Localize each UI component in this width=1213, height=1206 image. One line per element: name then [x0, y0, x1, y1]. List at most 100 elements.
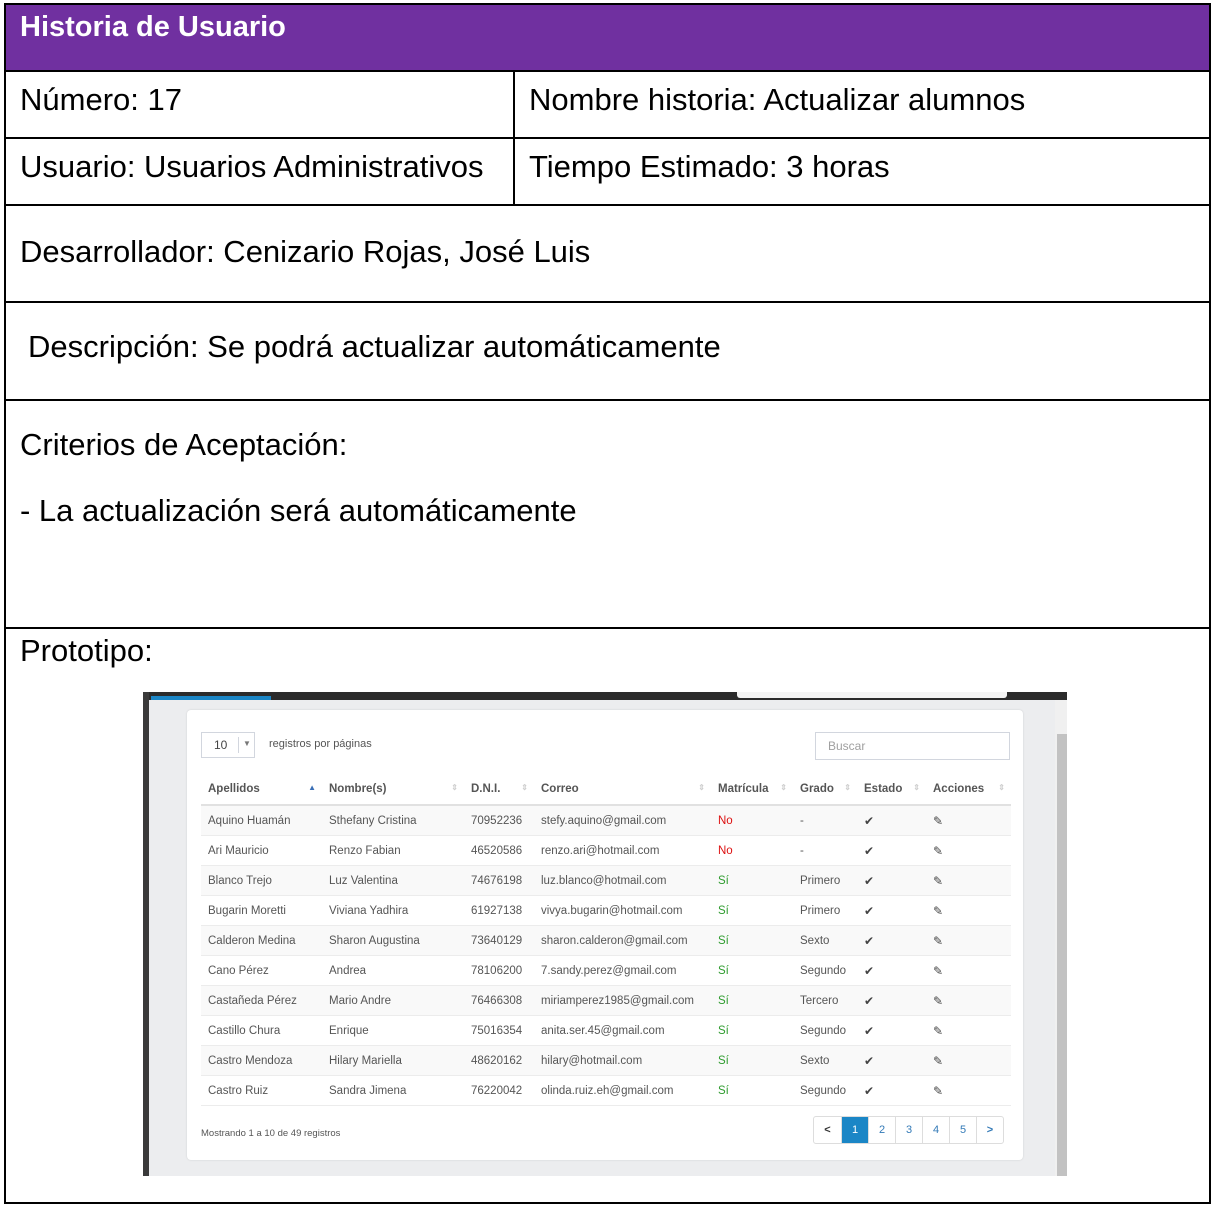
tiempo-text: Tiempo Estimado: 3 horas	[529, 149, 890, 184]
tiempo-cell: Tiempo Estimado: 3 horas	[515, 139, 1211, 204]
apellidos-cell: Ari Mauricio	[201, 835, 322, 866]
prototipo-label: Prototipo:	[20, 633, 153, 668]
active-tab-indicator	[151, 696, 271, 700]
acciones-cell: ✎	[926, 895, 1011, 926]
column-header-nombres[interactable]: Nombre(s) ⇕	[322, 774, 464, 806]
column-header-grado[interactable]: Grado ⇕	[793, 774, 857, 806]
grado-cell: Segundo	[793, 1015, 857, 1046]
topbar-dropdown	[737, 692, 1007, 698]
table-row: Ari Mauricio Renzo Fabian 46520586 renzo.ar…	[201, 835, 1011, 866]
scrollbar-thumb[interactable]	[1057, 734, 1067, 1176]
grado-cell: Segundo	[793, 955, 857, 986]
page-length-select[interactable]: 10 ▼	[201, 732, 255, 758]
numero-text: Número: 17	[20, 82, 182, 117]
nombres-cell: Viviana Yadhira	[322, 895, 464, 926]
grado-cell: -	[793, 805, 857, 836]
dni-cell: 70952236	[464, 805, 534, 836]
edit-pencil-icon[interactable]: ✎	[933, 994, 943, 1008]
column-header-correo[interactable]: Correo ⇕	[534, 774, 711, 806]
sort-icon: ⇕	[998, 783, 1005, 792]
grado-cell: Primero	[793, 895, 857, 926]
nombres-cell: Andrea	[322, 955, 464, 986]
correo-cell: miriamperez1985@gmail.com	[534, 985, 711, 1016]
acciones-cell: ✎	[926, 1015, 1011, 1046]
page-button-4[interactable]: 4	[922, 1117, 949, 1143]
scrollbar[interactable]	[1055, 700, 1067, 1176]
grado-cell: Segundo	[793, 1075, 857, 1106]
acciones-cell: ✎	[926, 1045, 1011, 1076]
dni-cell: 74676198	[464, 865, 534, 896]
matricula-cell: Sí	[711, 985, 793, 1016]
search-input[interactable]: Buscar	[815, 732, 1010, 760]
nombres-cell: Luz Valentina	[322, 865, 464, 896]
table-row: Castañeda Pérez Mario Andre 76466308 miriam…	[201, 985, 1011, 1016]
column-header-matricula[interactable]: Matrícula ⇕	[711, 774, 793, 806]
acciones-cell: ✎	[926, 985, 1011, 1016]
dni-cell: 76220042	[464, 1075, 534, 1106]
matricula-cell: Sí	[711, 865, 793, 896]
edit-pencil-icon[interactable]: ✎	[933, 814, 943, 828]
estado-cell: ✔	[857, 955, 926, 986]
criterios-label: Criterios de Aceptación:	[20, 427, 348, 462]
apellidos-cell: Bugarin Moretti	[201, 895, 322, 926]
dni-cell: 61927138	[464, 895, 534, 926]
edit-pencil-icon[interactable]: ✎	[933, 964, 943, 978]
grado-cell: Sexto	[793, 925, 857, 956]
grado-cell: -	[793, 835, 857, 866]
matricula-cell: No	[711, 805, 793, 836]
page-button-3[interactable]: 3	[895, 1117, 922, 1143]
check-icon: ✔	[864, 933, 875, 948]
apellidos-cell: Castañeda Pérez	[201, 985, 322, 1016]
grado-cell: Sexto	[793, 1045, 857, 1076]
estado-cell: ✔	[857, 865, 926, 896]
row-usuario: Usuario: Usuarios Administrativos Tiempo…	[6, 139, 1209, 206]
page-button-1[interactable]: 1	[841, 1117, 868, 1143]
table-row: Blanco Trejo Luz Valentina 74676198 luz.bla…	[201, 865, 1011, 896]
edit-pencil-icon[interactable]: ✎	[933, 844, 943, 858]
apellidos-cell: Cano Pérez	[201, 955, 322, 986]
edit-pencil-icon[interactable]: ✎	[933, 934, 943, 948]
acciones-cell: ✎	[926, 1075, 1011, 1106]
sort-icon: ⇕	[451, 783, 458, 792]
prototype-screenshot: 10 ▼ registros por páginas Buscar Apelli…	[143, 692, 1067, 1176]
matricula-cell: Sí	[711, 925, 793, 956]
nombres-cell: Sharon Augustina	[322, 925, 464, 956]
correo-cell: luz.blanco@hotmail.com	[534, 865, 711, 896]
nombres-cell: Sthefany Cristina	[322, 805, 464, 836]
edit-pencil-icon[interactable]: ✎	[933, 1084, 943, 1098]
edit-pencil-icon[interactable]: ✎	[933, 874, 943, 888]
estado-cell: ✔	[857, 1075, 926, 1106]
column-header-estado[interactable]: Estado ⇕	[857, 774, 926, 806]
check-icon: ✔	[864, 1023, 875, 1038]
matricula-cell: Sí	[711, 1045, 793, 1076]
row-numero: Número: 17 Nombre historia: Actualizar a…	[6, 72, 1209, 139]
prev-page-button[interactable]: <	[814, 1117, 841, 1143]
acciones-cell: ✎	[926, 955, 1011, 986]
next-page-button[interactable]: >	[976, 1117, 1003, 1143]
column-header-dni[interactable]: D.N.I. ⇕	[464, 774, 534, 806]
check-icon: ✔	[864, 963, 875, 978]
sort-icon: ⇕	[521, 783, 528, 792]
page-button-5[interactable]: 5	[949, 1117, 976, 1143]
students-panel: 10 ▼ registros por páginas Buscar Apelli…	[187, 710, 1023, 1160]
page-length-value: 10	[214, 738, 228, 752]
edit-pencil-icon[interactable]: ✎	[933, 904, 943, 918]
prototype-sidebar-edge	[143, 692, 149, 1176]
correo-cell: renzo.ari@hotmail.com	[534, 835, 711, 866]
students-table: Apellidos ▲ Nombre(s) ⇕ D.N.I. ⇕ Correo ⇕ Ma…	[201, 774, 1011, 1106]
per-page-label: registros por páginas	[269, 738, 372, 750]
page-button-2[interactable]: 2	[868, 1117, 895, 1143]
correo-cell: stefy.aquino@gmail.com	[534, 805, 711, 836]
apellidos-cell: Castro Ruiz	[201, 1075, 322, 1106]
edit-pencil-icon[interactable]: ✎	[933, 1054, 943, 1068]
criterios-item: - La actualización será automáticamente	[20, 493, 577, 528]
column-header-acciones[interactable]: Acciones ⇕	[926, 774, 1011, 806]
column-header-apellidos[interactable]: Apellidos ▲	[201, 774, 322, 806]
edit-pencil-icon[interactable]: ✎	[933, 1024, 943, 1038]
nombres-cell: Mario Andre	[322, 985, 464, 1016]
estado-cell: ✔	[857, 835, 926, 866]
dni-cell: 46520586	[464, 835, 534, 866]
row-desarrollador: Desarrollador: Cenizario Rojas, José Lui…	[6, 206, 1209, 303]
usuario-text: Usuario: Usuarios Administrativos	[20, 149, 484, 184]
apellidos-cell: Blanco Trejo	[201, 865, 322, 896]
